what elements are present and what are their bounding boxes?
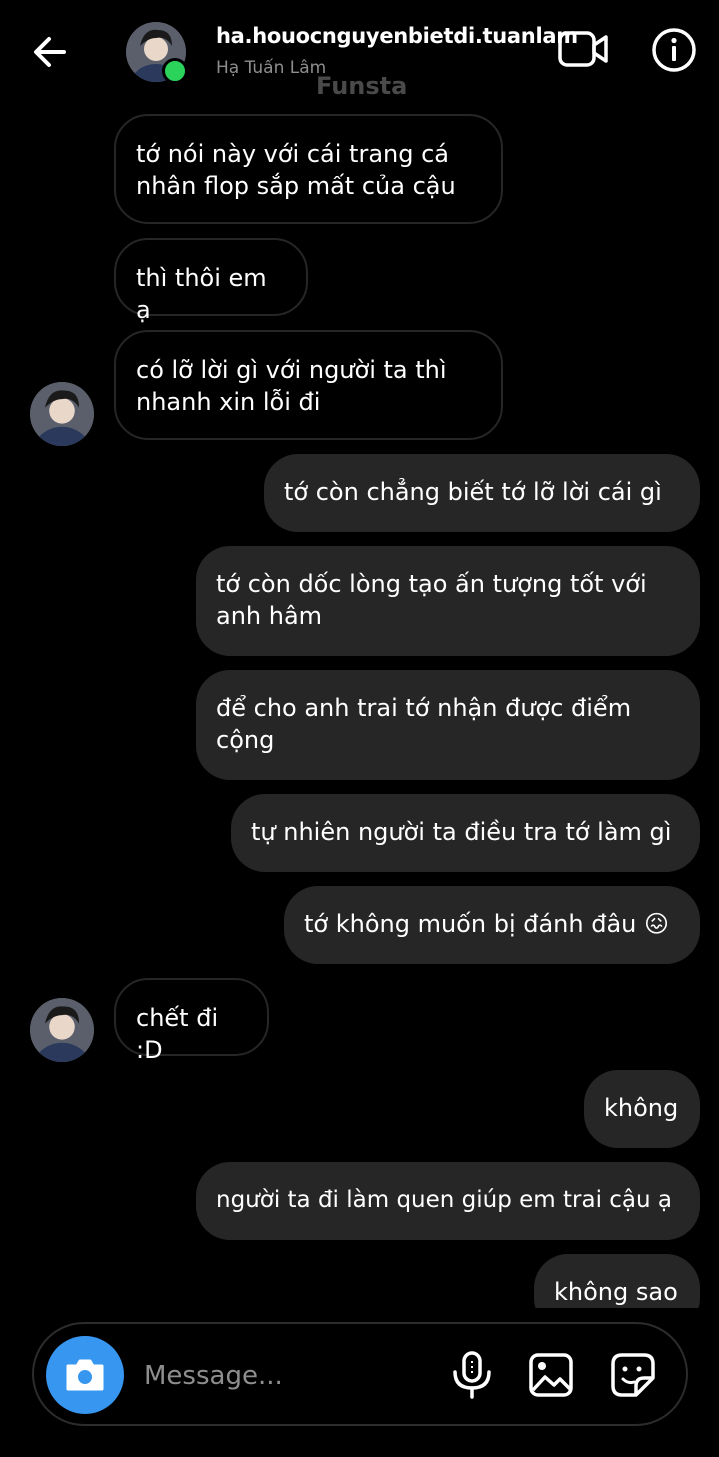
contact-display-name: Hạ Tuấn Lâm (216, 58, 327, 78)
gallery-image-icon[interactable] (528, 1352, 574, 1398)
message-bubble-incoming[interactable]: tớ nói này với cái trang cá nhân flop sắ… (114, 114, 503, 224)
message-bubble-incoming[interactable]: có lỡ lời gì với người ta thì nhanh xin … (114, 330, 503, 440)
sender-avatar[interactable] (30, 382, 94, 446)
message-bubble-outgoing[interactable]: tớ không muốn bị đánh đâu 😖 (284, 886, 700, 964)
message-bubble-outgoing[interactable]: tớ còn dốc lòng tạo ấn tượng tốt với anh… (196, 546, 700, 656)
microphone-icon[interactable] (450, 1350, 494, 1400)
message-bubble-incoming[interactable]: chết đi :D (114, 978, 269, 1064)
message-bubble-outgoing[interactable]: để cho anh trai tớ nhận được điểm cộng (196, 670, 700, 780)
sender-avatar[interactable] (30, 998, 94, 1062)
online-status-dot (162, 58, 188, 84)
message-bubble-outgoing[interactable]: không sao (534, 1254, 700, 1308)
back-arrow-icon[interactable] (28, 30, 72, 74)
camera-icon (66, 1359, 104, 1391)
message-composer (32, 1322, 688, 1426)
message-bubble-outgoing[interactable]: người ta đi làm quen giúp em trai cậu ạ (196, 1162, 700, 1240)
watermark-text: Funsta (316, 72, 408, 100)
message-bubble-incoming[interactable]: thì thôi em ạ (114, 238, 308, 324)
contact-username[interactable]: ha.houocnguyenbietdi.tuanlam (216, 24, 578, 48)
chat-header: ha.houocnguyenbietdi.tuanlam Hạ Tuấn Lâm… (0, 0, 719, 110)
message-bubble-outgoing[interactable]: không (584, 1070, 700, 1148)
message-input[interactable] (142, 1350, 436, 1402)
message-thread[interactable]: tớ nói này với cái trang cá nhân flop sắ… (0, 110, 719, 1308)
info-icon[interactable] (650, 26, 698, 74)
camera-button[interactable] (46, 1336, 124, 1414)
message-bubble-outgoing[interactable]: tự nhiên người ta điều tra tớ làm gì (231, 794, 700, 872)
sticker-icon[interactable] (610, 1352, 656, 1398)
video-call-icon[interactable] (556, 28, 612, 70)
message-bubble-outgoing[interactable]: tớ còn chẳng biết tớ lỡ lời cái gì (264, 454, 700, 532)
